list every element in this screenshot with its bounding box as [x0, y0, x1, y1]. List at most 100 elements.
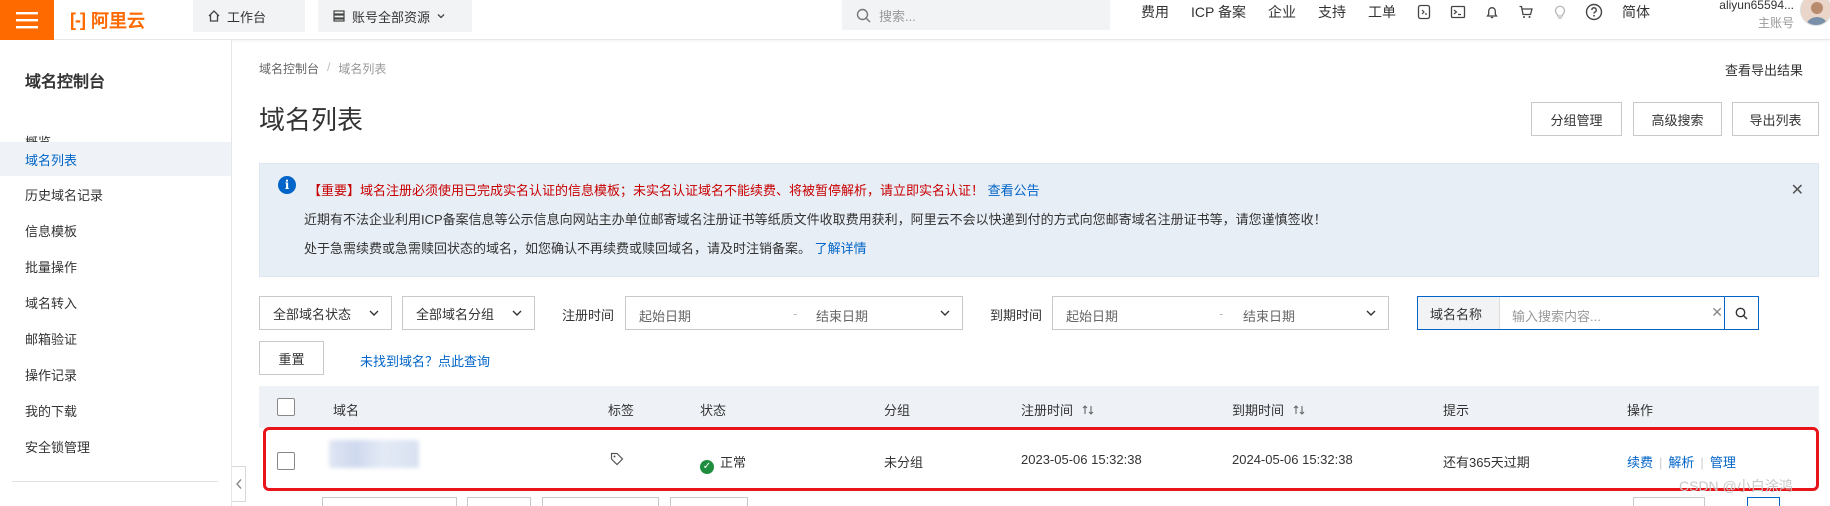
exp-date-range-picker[interactable]: 起始日期 - 结束日期	[1052, 296, 1389, 330]
view-announcement-link[interactable]: 查看公告	[988, 183, 1040, 198]
exp-time-cell: 2024-05-06 15:32:38	[1232, 452, 1353, 467]
group-management-button[interactable]: 分组管理	[1531, 102, 1622, 136]
group-filter-select[interactable]: 全部域名分组	[402, 296, 535, 330]
top-link-fees[interactable]: 费用	[1130, 2, 1180, 22]
menu-icon[interactable]	[0, 0, 54, 40]
reset-button[interactable]: 重置	[259, 341, 324, 375]
tag-icon[interactable]	[610, 452, 624, 469]
sidebar-item-domain-list[interactable]: 域名列表	[0, 142, 231, 176]
bottom-control[interactable]	[322, 497, 457, 506]
sidebar-item-downloads[interactable]: 我的下载	[0, 393, 231, 427]
select-all-checkbox[interactable]	[277, 398, 295, 416]
sidebar-item-email-verify[interactable]: 邮箱验证	[0, 321, 231, 355]
bottom-control[interactable]	[542, 497, 659, 506]
renew-link[interactable]: 续费	[1627, 455, 1653, 470]
domain-name-blurred[interactable]	[329, 440, 419, 468]
bottom-control[interactable]	[670, 497, 748, 506]
row-checkbox[interactable]	[277, 452, 295, 470]
global-search-input[interactable]: 搜索...	[842, 0, 1110, 30]
user-block[interactable]: aliyun65594... 主账号	[1700, 0, 1794, 32]
sidebar-title: 域名控制台	[25, 74, 106, 91]
breadcrumb-console[interactable]: 域名控制台	[259, 60, 319, 77]
reg-time-label: 注册时间	[562, 308, 615, 323]
home-icon	[208, 10, 220, 22]
avatar[interactable]	[1800, 0, 1830, 26]
advanced-search-button[interactable]: 高级搜索	[1633, 102, 1722, 136]
view-export-result-link[interactable]: 查看导出结果	[1725, 60, 1803, 79]
exp-start-placeholder: 起始日期	[1066, 309, 1119, 324]
lightbulb-icon[interactable]	[1543, 4, 1577, 20]
help-icon[interactable]	[1577, 3, 1611, 21]
notice-banner: i 【重要】域名注册必须使用已完成实名认证的信息模板；未实名认证域名不能续费、将…	[259, 163, 1819, 277]
sidebar-item-templates[interactable]: 信息模板	[0, 213, 231, 247]
dns-resolve-link[interactable]: 解析	[1668, 455, 1694, 470]
sort-icon[interactable]	[1081, 404, 1095, 416]
domain-not-found-link[interactable]: 未找到域名？点此查询	[360, 351, 490, 370]
terminal-icon[interactable]	[1441, 4, 1475, 20]
sidebar-item-transfer-in[interactable]: 域名转入	[0, 285, 231, 319]
col-domain: 域名	[333, 403, 360, 418]
breadcrumb: 域名控制台 / 域名列表	[259, 60, 386, 77]
exp-range-dash: -	[1219, 306, 1224, 321]
top-bar: [-] 阿里云 工作台 账号全部资源 搜索... 费用 ICP 备案 企业 支持…	[0, 0, 1830, 40]
reg-end-placeholder: 结束日期	[816, 309, 869, 324]
top-link-enterprise[interactable]: 企业	[1257, 2, 1307, 22]
group-filter-value: 全部域名分组	[416, 306, 495, 322]
manage-link[interactable]: 管理	[1710, 455, 1736, 470]
clear-icon[interactable]: ✕	[1711, 304, 1723, 321]
table-row: ✓ 正常 未分组 2023-05-06 15:32:38 2024-05-06 1…	[259, 430, 1819, 492]
app-icon[interactable]	[1407, 4, 1441, 20]
workbench-label: 工作台	[227, 9, 267, 25]
bottom-control[interactable]	[1747, 497, 1780, 506]
col-exp-time[interactable]: 到期时间	[1232, 400, 1306, 419]
action-separator: |	[1659, 455, 1663, 470]
sidebar-item-op-log[interactable]: 操作记录	[0, 357, 231, 391]
col-reg-time[interactable]: 注册时间	[1021, 400, 1095, 419]
stack-icon	[333, 10, 345, 22]
bottom-control[interactable]	[467, 497, 531, 506]
sidebar-item-security-lock[interactable]: 安全锁管理	[0, 429, 231, 463]
sidebar: 域名控制台 概览 域名列表 历史域名记录 信息模板 批量操作 域名转入 邮箱验证…	[0, 40, 232, 506]
cart-icon[interactable]	[1509, 4, 1543, 20]
aliyun-logo[interactable]: [-] 阿里云	[70, 0, 145, 40]
workbench-button[interactable]: 工作台	[193, 0, 305, 32]
sidebar-collapse-button[interactable]	[232, 466, 246, 502]
resources-dropdown[interactable]: 账号全部资源	[318, 0, 472, 32]
notice-line-important: 【重要】域名注册必须使用已完成实名认证的信息模板；未实名认证域名不能续费、将被暂…	[308, 180, 1040, 199]
chevron-down-icon	[369, 310, 379, 316]
sidebar-item-batch[interactable]: 批量操作	[0, 249, 231, 283]
user-name: aliyun65594...	[1719, 0, 1794, 12]
domain-search-input[interactable]: 输入搜索内容...	[1512, 306, 1601, 325]
chevron-down-icon	[512, 310, 522, 316]
learn-more-link[interactable]: 了解详情	[815, 241, 867, 256]
language-switch[interactable]: 简体	[1611, 2, 1661, 22]
notice-line-deregister: 处于急需续费或急需赎回状态的域名，如您确认不再续费或赎回域名，请及时注销备案。 …	[304, 238, 867, 257]
sort-icon[interactable]	[1292, 404, 1306, 416]
reg-start-placeholder: 起始日期	[639, 309, 692, 324]
domain-search-type[interactable]: 域名名称	[1418, 297, 1500, 329]
info-icon: i	[278, 176, 296, 194]
search-icon	[856, 8, 871, 22]
status-filter-select[interactable]: 全部域名状态	[259, 296, 392, 330]
hint-cell: 还有365天过期	[1443, 455, 1530, 470]
reg-range-dash: -	[793, 306, 798, 321]
bottom-control[interactable]	[1633, 497, 1705, 506]
status-cell: ✓ 正常	[700, 452, 746, 474]
col-actions: 操作	[1627, 403, 1654, 418]
export-list-button[interactable]: 导出列表	[1732, 102, 1819, 136]
top-link-ticket[interactable]: 工单	[1357, 2, 1407, 22]
breadcrumb-separator: /	[327, 60, 331, 74]
logo-text: 阿里云	[90, 11, 145, 31]
top-link-support[interactable]: 支持	[1307, 2, 1357, 22]
search-icon	[1735, 307, 1748, 319]
domain-search-button[interactable]	[1724, 296, 1759, 330]
top-link-icp[interactable]: ICP 备案	[1180, 2, 1257, 22]
reg-date-range-picker[interactable]: 起始日期 - 结束日期	[625, 296, 963, 330]
actions-cell: 续费 | 解析 | 管理	[1627, 452, 1736, 471]
notice-line3-text: 处于急需续费或急需赎回状态的域名，如您确认不再续费或赎回域名，请及时注销备案。	[304, 241, 812, 256]
action-separator: |	[1700, 455, 1704, 470]
chevron-left-icon	[235, 479, 242, 489]
sidebar-item-history[interactable]: 历史域名记录	[0, 177, 231, 211]
close-icon[interactable]: ✕	[1791, 180, 1804, 200]
bell-icon[interactable]	[1475, 4, 1509, 20]
